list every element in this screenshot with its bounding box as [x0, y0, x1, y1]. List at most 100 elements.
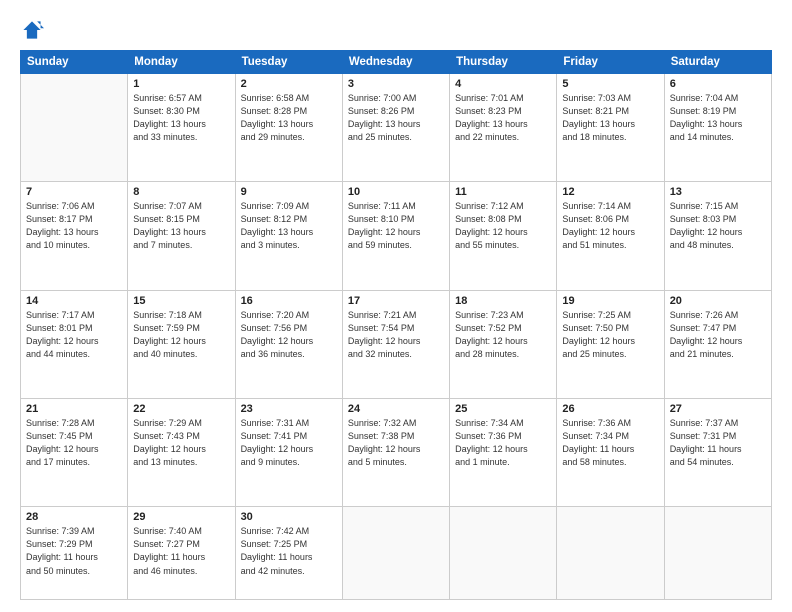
calendar-week-row: 28 Sunrise: 7:39 AM Sunset: 7:29 PM Dayli…	[21, 507, 772, 600]
col-header-sunday: Sunday	[21, 51, 128, 74]
day-number: 14	[26, 295, 122, 307]
day-number: 29	[133, 511, 229, 523]
day-number: 10	[348, 186, 444, 198]
col-header-thursday: Thursday	[450, 51, 557, 74]
logo-icon	[20, 18, 44, 42]
day-number: 1	[133, 78, 229, 90]
calendar-cell: 7 Sunrise: 7:06 AM Sunset: 8:17 PM Daylig…	[21, 182, 128, 290]
calendar-cell: 14 Sunrise: 7:17 AM Sunset: 8:01 PM Dayli…	[21, 290, 128, 398]
calendar-cell: 11 Sunrise: 7:12 AM Sunset: 8:08 PM Dayli…	[450, 182, 557, 290]
day-number: 27	[670, 403, 766, 415]
day-number: 24	[348, 403, 444, 415]
calendar-cell: 17 Sunrise: 7:21 AM Sunset: 7:54 PM Dayli…	[342, 290, 449, 398]
calendar-cell: 8 Sunrise: 7:07 AM Sunset: 8:15 PM Daylig…	[128, 182, 235, 290]
day-info: Sunrise: 7:12 AM Sunset: 8:08 PM Dayligh…	[455, 200, 551, 252]
calendar-cell: 30 Sunrise: 7:42 AM Sunset: 7:25 PM Dayli…	[235, 507, 342, 600]
calendar-cell: 6 Sunrise: 7:04 AM Sunset: 8:19 PM Daylig…	[664, 74, 771, 182]
calendar-cell: 25 Sunrise: 7:34 AM Sunset: 7:36 PM Dayli…	[450, 399, 557, 507]
day-number: 30	[241, 511, 337, 523]
day-number: 25	[455, 403, 551, 415]
calendar-cell: 23Sunrise: 7:31 AM Sunset: 7:41 PM Dayli…	[235, 399, 342, 507]
calendar-week-row: 1Sunrise: 6:57 AM Sunset: 8:30 PM Daylig…	[21, 74, 772, 182]
calendar-cell: 27Sunrise: 7:37 AM Sunset: 7:31 PM Dayli…	[664, 399, 771, 507]
calendar-cell: 29 Sunrise: 7:40 AM Sunset: 7:27 PM Dayli…	[128, 507, 235, 600]
day-number: 16	[241, 295, 337, 307]
day-info: Sunrise: 7:01 AM Sunset: 8:23 PM Dayligh…	[455, 92, 551, 144]
calendar-header-row: SundayMondayTuesdayWednesdayThursdayFrid…	[21, 51, 772, 74]
calendar-cell: 26 Sunrise: 7:36 AM Sunset: 7:34 PM Dayli…	[557, 399, 664, 507]
calendar-cell: 22 Sunrise: 7:29 AM Sunset: 7:43 PM Dayli…	[128, 399, 235, 507]
day-number: 18	[455, 295, 551, 307]
col-header-tuesday: Tuesday	[235, 51, 342, 74]
calendar-table: SundayMondayTuesdayWednesdayThursdayFrid…	[20, 50, 772, 600]
day-info: Sunrise: 7:39 AM Sunset: 7:29 PM Dayligh…	[26, 525, 122, 577]
day-info: Sunrise: 7:17 AM Sunset: 8:01 PM Dayligh…	[26, 309, 122, 361]
day-number: 15	[133, 295, 229, 307]
day-info: Sunrise: 7:31 AM Sunset: 7:41 PM Dayligh…	[241, 417, 337, 469]
calendar-cell: 19 Sunrise: 7:25 AM Sunset: 7:50 PM Dayli…	[557, 290, 664, 398]
day-number: 9	[241, 186, 337, 198]
calendar-cell: 9 Sunrise: 7:09 AM Sunset: 8:12 PM Daylig…	[235, 182, 342, 290]
day-number: 3	[348, 78, 444, 90]
day-number: 22	[133, 403, 229, 415]
calendar-cell: 24 Sunrise: 7:32 AM Sunset: 7:38 PM Dayli…	[342, 399, 449, 507]
calendar-cell: 10Sunrise: 7:11 AM Sunset: 8:10 PM Dayli…	[342, 182, 449, 290]
day-info: Sunrise: 6:58 AM Sunset: 8:28 PM Dayligh…	[241, 92, 337, 144]
logo	[20, 18, 48, 42]
day-info: Sunrise: 7:21 AM Sunset: 7:54 PM Dayligh…	[348, 309, 444, 361]
day-info: Sunrise: 7:32 AM Sunset: 7:38 PM Dayligh…	[348, 417, 444, 469]
calendar-cell: 2 Sunrise: 6:58 AM Sunset: 8:28 PM Daylig…	[235, 74, 342, 182]
day-info: Sunrise: 7:06 AM Sunset: 8:17 PM Dayligh…	[26, 200, 122, 252]
calendar-cell: 18 Sunrise: 7:23 AM Sunset: 7:52 PM Dayli…	[450, 290, 557, 398]
day-info: Sunrise: 7:07 AM Sunset: 8:15 PM Dayligh…	[133, 200, 229, 252]
calendar-cell: 28 Sunrise: 7:39 AM Sunset: 7:29 PM Dayli…	[21, 507, 128, 600]
day-info: Sunrise: 7:40 AM Sunset: 7:27 PM Dayligh…	[133, 525, 229, 577]
calendar-cell: 16 Sunrise: 7:20 AM Sunset: 7:56 PM Dayli…	[235, 290, 342, 398]
calendar-cell	[557, 507, 664, 600]
day-info: Sunrise: 7:18 AM Sunset: 7:59 PM Dayligh…	[133, 309, 229, 361]
header	[20, 18, 772, 42]
col-header-wednesday: Wednesday	[342, 51, 449, 74]
day-number: 17	[348, 295, 444, 307]
day-info: Sunrise: 7:00 AM Sunset: 8:26 PM Dayligh…	[348, 92, 444, 144]
day-info: Sunrise: 7:09 AM Sunset: 8:12 PM Dayligh…	[241, 200, 337, 252]
day-number: 21	[26, 403, 122, 415]
day-number: 26	[562, 403, 658, 415]
day-info: Sunrise: 7:23 AM Sunset: 7:52 PM Dayligh…	[455, 309, 551, 361]
calendar-week-row: 21Sunrise: 7:28 AM Sunset: 7:45 PM Dayli…	[21, 399, 772, 507]
day-number: 12	[562, 186, 658, 198]
day-info: Sunrise: 7:26 AM Sunset: 7:47 PM Dayligh…	[670, 309, 766, 361]
calendar-cell: 4 Sunrise: 7:01 AM Sunset: 8:23 PM Daylig…	[450, 74, 557, 182]
calendar-cell: 12 Sunrise: 7:14 AM Sunset: 8:06 PM Dayli…	[557, 182, 664, 290]
day-number: 19	[562, 295, 658, 307]
day-info: Sunrise: 7:14 AM Sunset: 8:06 PM Dayligh…	[562, 200, 658, 252]
day-info: Sunrise: 7:29 AM Sunset: 7:43 PM Dayligh…	[133, 417, 229, 469]
day-number: 6	[670, 78, 766, 90]
day-info: Sunrise: 7:25 AM Sunset: 7:50 PM Dayligh…	[562, 309, 658, 361]
day-info: Sunrise: 7:20 AM Sunset: 7:56 PM Dayligh…	[241, 309, 337, 361]
day-number: 8	[133, 186, 229, 198]
day-number: 7	[26, 186, 122, 198]
calendar-cell: 20Sunrise: 7:26 AM Sunset: 7:47 PM Dayli…	[664, 290, 771, 398]
day-number: 2	[241, 78, 337, 90]
day-info: Sunrise: 7:03 AM Sunset: 8:21 PM Dayligh…	[562, 92, 658, 144]
page: SundayMondayTuesdayWednesdayThursdayFrid…	[0, 0, 792, 612]
calendar-cell	[342, 507, 449, 600]
col-header-friday: Friday	[557, 51, 664, 74]
day-info: Sunrise: 7:04 AM Sunset: 8:19 PM Dayligh…	[670, 92, 766, 144]
day-number: 11	[455, 186, 551, 198]
day-number: 28	[26, 511, 122, 523]
calendar-week-row: 7 Sunrise: 7:06 AM Sunset: 8:17 PM Daylig…	[21, 182, 772, 290]
calendar-cell	[450, 507, 557, 600]
day-info: Sunrise: 7:36 AM Sunset: 7:34 PM Dayligh…	[562, 417, 658, 469]
calendar-cell: 1Sunrise: 6:57 AM Sunset: 8:30 PM Daylig…	[128, 74, 235, 182]
day-info: Sunrise: 7:34 AM Sunset: 7:36 PM Dayligh…	[455, 417, 551, 469]
day-info: Sunrise: 7:42 AM Sunset: 7:25 PM Dayligh…	[241, 525, 337, 577]
day-info: Sunrise: 7:15 AM Sunset: 8:03 PM Dayligh…	[670, 200, 766, 252]
calendar-cell: 3 Sunrise: 7:00 AM Sunset: 8:26 PM Daylig…	[342, 74, 449, 182]
calendar-week-row: 14 Sunrise: 7:17 AM Sunset: 8:01 PM Dayli…	[21, 290, 772, 398]
calendar-cell	[664, 507, 771, 600]
col-header-saturday: Saturday	[664, 51, 771, 74]
day-number: 4	[455, 78, 551, 90]
calendar-cell: 15 Sunrise: 7:18 AM Sunset: 7:59 PM Dayli…	[128, 290, 235, 398]
